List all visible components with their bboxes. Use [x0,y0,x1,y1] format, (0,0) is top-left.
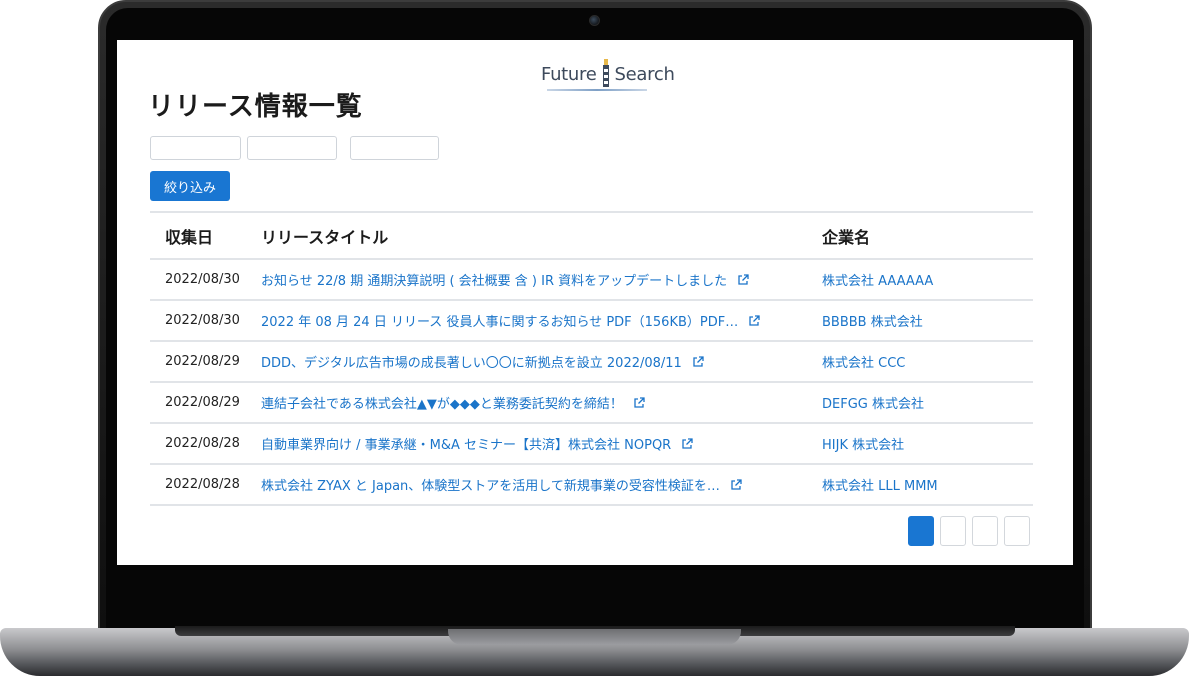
filter-input-1[interactable] [150,136,241,160]
table-row: 2022/08/28 株式会社 ZYAX と Japan、体験型ストアを活用して新… [150,465,1033,506]
lighthouse-icon [600,59,612,89]
header-company: 企業名 [822,227,871,247]
release-table: 収集日 リリースタイトル 企業名 2022/08/30 お知らせ 22/8 期 通… [150,211,1033,506]
laptop-notch [448,629,741,645]
release-title-text: お知らせ 22/8 期 通期決算説明 ( 会社概要 含 ) IR 資料をアップデ… [261,274,728,289]
external-link-icon [730,478,742,491]
release-title-link[interactable]: 2022 年 08 月 24 日 リリース 役員人事に関するお知らせ PDF（1… [261,311,822,330]
release-title-text: 株式会社 ZYAX と Japan、体験型ストアを活用して新規事業の受容性検証を… [261,479,720,494]
release-title-text: 2022 年 08 月 24 日 リリース 役員人事に関するお知らせ PDF（1… [261,315,739,330]
row-date: 2022/08/30 [165,272,240,287]
row-date: 2022/08/28 [165,436,240,451]
company-link[interactable]: 株式会社 CCC [822,352,1033,371]
laptop-mockup: Future Search リリース情報一覧 絞り込み 収集日 リリースタイトル… [0,0,1189,678]
page-button-4[interactable] [1004,516,1030,546]
page-button-2[interactable] [940,516,966,546]
future-search-logo: Future Search [541,56,675,92]
company-link[interactable]: HIJK 株式会社 [822,434,1033,453]
release-title-link[interactable]: お知らせ 22/8 期 通期決算説明 ( 会社概要 含 ) IR 資料をアップデ… [261,270,822,289]
header-date: 収集日 [165,227,214,247]
logo-waves [547,89,647,91]
table-row: 2022/08/30 2022 年 08 月 24 日 リリース 役員人事に関する… [150,301,1033,342]
filter-input-3[interactable] [350,136,439,160]
release-title-link[interactable]: 株式会社 ZYAX と Japan、体験型ストアを活用して新規事業の受容性検証を… [261,475,822,494]
page-title: リリース情報一覧 [148,92,363,122]
external-link-icon [681,437,693,450]
release-title-link[interactable]: 自動車業界向け / 事業承継・M&A セミナー【共済】株式会社 NOPQR [261,434,822,453]
page-button-3[interactable] [972,516,998,546]
company-link[interactable]: 株式会社 AAAAAA [822,270,1033,289]
release-title-text: DDD、デジタル広告市場の成長著しい〇〇に新拠点を設立 2022/08/11 [261,356,682,371]
table-row: 2022/08/30 お知らせ 22/8 期 通期決算説明 ( 会社概要 含 ) … [150,260,1033,301]
logo-word-left: Future [541,63,597,85]
pagination [908,516,1030,546]
row-date: 2022/08/30 [165,313,240,328]
external-link-icon [633,396,645,409]
table-row: 2022/08/28 自動車業界向け / 事業承継・M&A セミナー【共済】株式会… [150,424,1033,465]
release-title-link[interactable]: DDD、デジタル広告市場の成長著しい〇〇に新拠点を設立 2022/08/11 [261,352,822,371]
row-date: 2022/08/29 [165,395,240,410]
filter-input-2[interactable] [247,136,337,160]
external-link-icon [748,314,760,327]
table-row: 2022/08/29 連結子会社である株式会社▲▼が◆◆◆と業務委託契約を締結！ D… [150,383,1033,424]
filter-button[interactable]: 絞り込み [150,171,230,201]
row-date: 2022/08/29 [165,354,240,369]
release-title-text: 自動車業界向け / 事業承継・M&A セミナー【共済】株式会社 NOPQR [261,438,672,453]
header-title: リリースタイトル [261,227,389,247]
table-header: 収集日 リリースタイトル 企業名 [150,211,1033,260]
external-link-icon [737,273,749,286]
external-link-icon [692,355,704,368]
webcam [589,15,600,26]
company-link[interactable]: BBBBB 株式会社 [822,311,1033,330]
screen: Future Search リリース情報一覧 絞り込み 収集日 リリースタイトル… [117,40,1073,565]
table-row: 2022/08/29 DDD、デジタル広告市場の成長著しい〇〇に新拠点を設立 20… [150,342,1033,383]
logo-word-right: Search [614,63,675,85]
company-link[interactable]: 株式会社 LLL MMM [822,475,1033,494]
company-link[interactable]: DEFGG 株式会社 [822,393,1033,412]
page-button-1[interactable] [908,516,934,546]
release-title-text: 連結子会社である株式会社▲▼が◆◆◆と業務委託契約を締結！ [261,397,623,412]
release-title-link[interactable]: 連結子会社である株式会社▲▼が◆◆◆と業務委託契約を締結！ [261,393,822,412]
row-date: 2022/08/28 [165,477,240,492]
